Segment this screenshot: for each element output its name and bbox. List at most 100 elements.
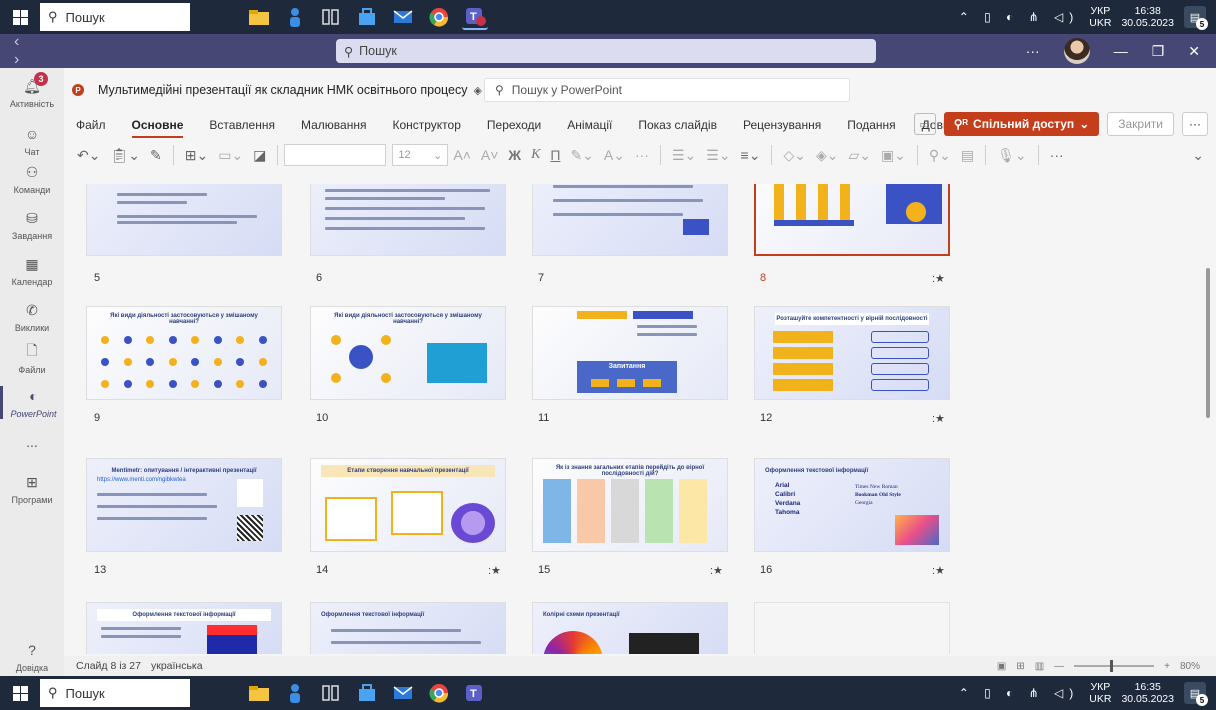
- minimize-icon[interactable]: —: [1114, 43, 1128, 59]
- teams-taskbar-icon[interactable]: T: [462, 680, 488, 706]
- slide-thumbnail-12[interactable]: Розташуйте компетентності у вірній послі…: [754, 306, 950, 400]
- normal-view-icon[interactable]: ▣: [997, 661, 1006, 672]
- maximize-icon[interactable]: ❐: [1152, 43, 1165, 60]
- designer-icon[interactable]: ▤: [956, 143, 979, 167]
- underline-button[interactable]: П: [545, 143, 565, 167]
- person-icon[interactable]: [282, 4, 308, 30]
- tab-animations[interactable]: Анімації: [554, 112, 625, 138]
- collapse-ribbon-icon[interactable]: ⌄: [1187, 143, 1216, 167]
- file-explorer-icon[interactable]: [246, 4, 272, 30]
- slide-thumbnail-5[interactable]: [86, 184, 282, 256]
- slide-thumbnail-19[interactable]: Колірні схеми презентації: [532, 602, 728, 654]
- tab-insert[interactable]: Вставлення: [196, 112, 288, 138]
- tab-design[interactable]: Конструктор: [379, 112, 473, 138]
- zoom-out-icon[interactable]: —: [1054, 661, 1064, 672]
- zoom-slider-thumb[interactable]: [1110, 660, 1114, 672]
- slide-thumbnail-13[interactable]: Mentimetr: опитування / інтерактивні пре…: [86, 458, 282, 552]
- more-options-icon[interactable]: ···: [1026, 43, 1040, 59]
- rail-item-calls[interactable]: ✆ Виклики: [0, 300, 64, 334]
- slide-thumbnail-16[interactable]: Оформлення текстової інформації Arial Ca…: [754, 458, 950, 552]
- rail-item-chat[interactable]: ☺ Чат: [0, 124, 64, 157]
- reading-view-icon[interactable]: ▥: [1035, 661, 1044, 672]
- zoom-level[interactable]: 80%: [1180, 661, 1200, 672]
- slide-thumbnail-11[interactable]: Запитання: [532, 306, 728, 400]
- close-file-button[interactable]: Закрити: [1107, 112, 1174, 136]
- italic-button[interactable]: К: [526, 143, 545, 167]
- font-family-select[interactable]: [284, 144, 387, 166]
- clock[interactable]: 16:38 30.05.2023: [1121, 5, 1174, 29]
- store-icon[interactable]: [354, 680, 380, 706]
- undo-icon[interactable]: ↶⌄: [72, 143, 105, 167]
- highlight-icon[interactable]: ✎⌄: [565, 143, 598, 167]
- document-title[interactable]: Мультимедійні презентації як складник НМ…: [98, 83, 468, 97]
- slide-thumbnail-14[interactable]: Етапи створення навчальної презентації: [310, 458, 506, 552]
- person-icon[interactable]: [282, 680, 308, 706]
- system-tray-icons[interactable]: ⌃ ▯ ◐ ⋔ ◁): [959, 10, 1080, 24]
- task-view-icon[interactable]: [318, 4, 344, 30]
- shapes-icon[interactable]: ◇⌄: [778, 143, 811, 167]
- fill-icon[interactable]: ◈⌄: [811, 143, 844, 167]
- slide-thumbnail-15[interactable]: Як із знання загальних етапів перейдіть …: [532, 458, 728, 552]
- avatar[interactable]: [1063, 38, 1090, 64]
- slide-thumbnail-6[interactable]: [310, 184, 506, 256]
- system-tray-icons[interactable]: ⌃ ▯ ◐ ⋔ ◁): [959, 686, 1080, 700]
- scrollbar-thumb[interactable]: [1206, 268, 1210, 418]
- font-size-select[interactable]: 12 ⌄: [392, 144, 449, 166]
- tab-view[interactable]: Подання: [834, 112, 908, 138]
- slide-sorter-view-icon[interactable]: ⊞: [1016, 661, 1024, 672]
- tab-draw[interactable]: Малювання: [288, 112, 379, 138]
- start-button[interactable]: [0, 676, 40, 710]
- comments-button[interactable]: ▭: [913, 113, 936, 135]
- more-font-icon[interactable]: ···: [630, 143, 654, 167]
- bold-button[interactable]: Ж: [503, 143, 526, 167]
- teams-taskbar-icon[interactable]: T: [462, 4, 488, 30]
- slide-thumbnail-18[interactable]: Оформлення текстової інформації: [310, 602, 506, 654]
- increase-font-icon[interactable]: A˄: [448, 143, 476, 167]
- more-tools-icon[interactable]: ···: [1045, 143, 1069, 167]
- share-button[interactable]: ⚲ᴿ Спільний доступ ⌄: [943, 112, 1100, 136]
- chrome-icon[interactable]: [426, 4, 452, 30]
- rail-item-files[interactable]: 🗋︎ Файли: [0, 342, 64, 375]
- rail-item-teams[interactable]: ⚇ Команди: [0, 162, 64, 196]
- chrome-icon[interactable]: [426, 680, 452, 706]
- mail-icon[interactable]: [390, 4, 416, 30]
- tab-transitions[interactable]: Переходи: [474, 112, 554, 138]
- zoom-in-icon[interactable]: +: [1164, 661, 1170, 672]
- bullets-icon[interactable]: ☰⌄: [667, 143, 701, 167]
- tab-file[interactable]: Файл: [64, 112, 119, 138]
- new-slide-icon[interactable]: ⊞⌄: [180, 143, 213, 167]
- taskbar-search-box[interactable]: ⚲ Пошук: [40, 3, 190, 31]
- outline-icon[interactable]: ▱⌄: [843, 143, 876, 167]
- zoom-slider[interactable]: [1074, 660, 1155, 672]
- language-status[interactable]: українська: [151, 660, 203, 672]
- rail-item-apps[interactable]: ⊞ Програми: [0, 472, 64, 506]
- language-indicator[interactable]: УКР UKR: [1089, 681, 1111, 705]
- arrange-icon[interactable]: ▣⌄: [876, 143, 911, 167]
- decrease-font-icon[interactable]: A˅: [476, 143, 504, 167]
- rail-item-calendar[interactable]: ▦ Календар: [0, 254, 64, 288]
- dictate-icon[interactable]: 🎙︎⌄: [992, 143, 1032, 167]
- more-options-button[interactable]: ···: [1182, 112, 1208, 136]
- slide-thumbnail-7[interactable]: [532, 184, 728, 256]
- task-view-icon[interactable]: [318, 680, 344, 706]
- sorter-scrollbar[interactable]: [1206, 184, 1212, 654]
- file-explorer-icon[interactable]: [246, 680, 272, 706]
- tab-slideshow[interactable]: Показ слайдів: [625, 112, 730, 138]
- rail-item-powerpoint[interactable]: ◐ PowerPoint: [0, 386, 64, 419]
- powerpoint-search-box[interactable]: ⚲ Пошук у PowerPoint: [484, 78, 850, 102]
- rail-item-more[interactable]: ...: [0, 434, 64, 450]
- align-icon[interactable]: ≡⌄: [736, 143, 766, 167]
- layout-icon[interactable]: ▭⌄: [213, 143, 248, 167]
- font-color-icon[interactable]: A⌄: [599, 143, 630, 167]
- language-indicator[interactable]: УКР UKR: [1089, 5, 1111, 29]
- teams-search-box[interactable]: ⚲ Пошук: [336, 39, 876, 63]
- slide-thumbnail-9[interactable]: Які види діяльності застосовуються у змі…: [86, 306, 282, 400]
- tab-home[interactable]: Основне: [119, 112, 197, 138]
- rail-item-activity[interactable]: 🔔︎ 3 Активність: [0, 72, 64, 109]
- notification-center-icon[interactable]: ▤ 5: [1184, 682, 1208, 706]
- paste-icon[interactable]: 📋︎⌄: [105, 143, 145, 167]
- notification-center-icon[interactable]: ▤ 5: [1184, 6, 1208, 30]
- find-icon[interactable]: ⚲⌄: [924, 143, 956, 167]
- slide-thumbnail-17[interactable]: Оформлення текстової інформації: [86, 602, 282, 654]
- start-button[interactable]: [0, 0, 40, 34]
